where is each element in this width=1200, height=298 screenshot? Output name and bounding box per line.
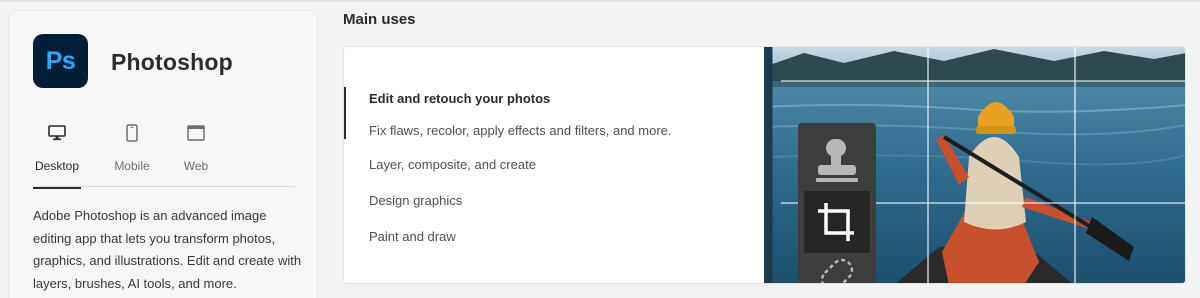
use-item-layer-composite[interactable]: Layer, composite, and create	[369, 157, 536, 172]
web-icon	[187, 123, 205, 143]
use-item-paint-draw[interactable]: Paint and draw	[369, 229, 456, 244]
tab-desktop[interactable]: Desktop	[33, 119, 81, 189]
app-description: Adobe Photoshop is an advanced image edi…	[33, 208, 302, 291]
platform-tabs: Desktop Mobile Web	[33, 119, 295, 189]
active-indicator	[344, 87, 346, 139]
app-name: Photoshop	[111, 49, 233, 75]
use-item-design-graphics[interactable]: Design graphics	[369, 193, 462, 208]
use-item-edit-retouch[interactable]: Edit and retouch your photos	[369, 91, 550, 106]
section-title: Main uses	[343, 11, 416, 28]
mobile-icon	[126, 123, 138, 143]
tab-web[interactable]: Web	[181, 119, 211, 187]
logo-text: Ps	[45, 46, 76, 75]
tab-web-label: Web	[183, 159, 209, 173]
tab-mobile-label: Mobile	[114, 159, 150, 173]
tab-mobile[interactable]: Mobile	[109, 119, 155, 187]
app-card: Ps Photoshop Desktop Mobile Web Adobe Ph…	[8, 10, 318, 298]
tool-panel	[798, 123, 876, 283]
hero-photo	[755, 47, 1185, 283]
main-uses-card: Edit and retouch your photos Fix flaws, …	[343, 46, 1186, 284]
photoshop-logo: Ps	[33, 34, 88, 88]
desktop-icon	[48, 123, 66, 143]
tab-desktop-label: Desktop	[34, 159, 80, 173]
use-item-description: Fix flaws, recolor, apply effects and fi…	[369, 123, 672, 138]
page: Ps Photoshop Desktop Mobile Web Adobe Ph…	[0, 0, 1200, 298]
top-divider	[0, 0, 1200, 2]
